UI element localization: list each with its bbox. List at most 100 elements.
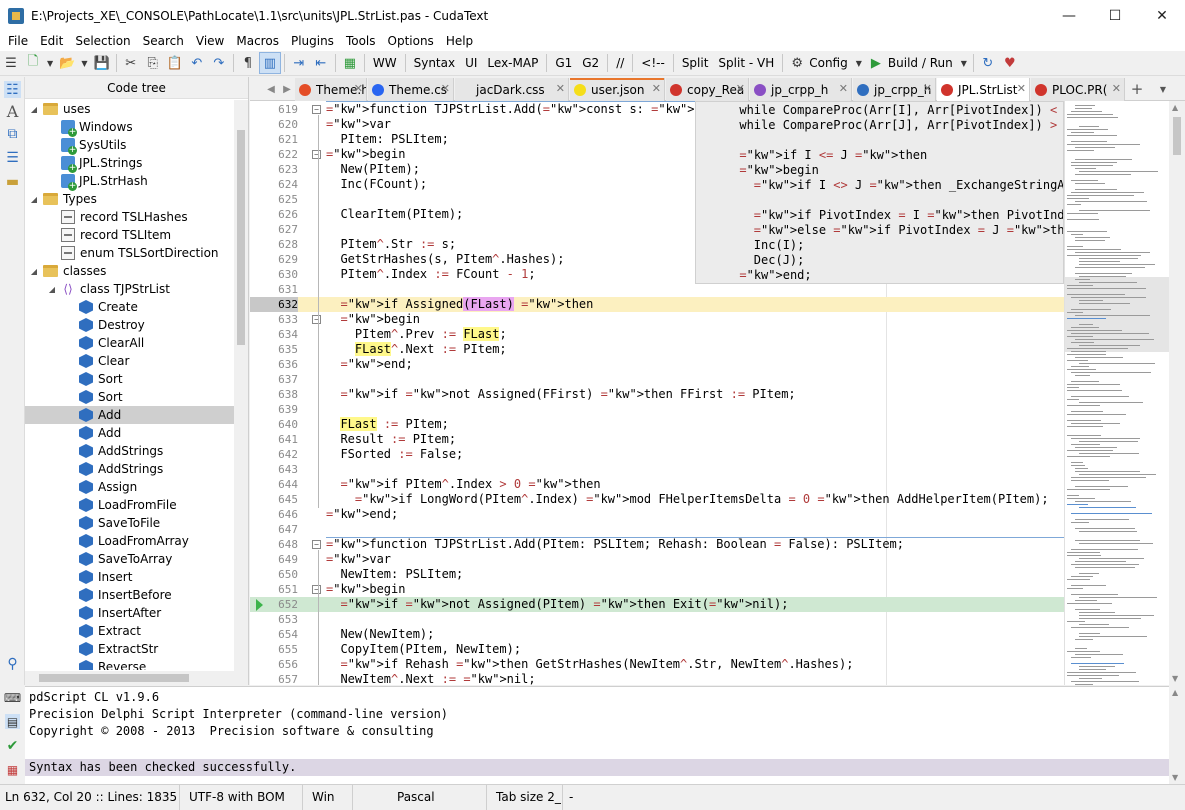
menu-plugins[interactable]: Plugins — [285, 34, 340, 48]
redo-icon[interactable]: ↷ — [208, 52, 230, 74]
close-tab-icon[interactable]: ✕ — [736, 82, 745, 95]
code-tree-item[interactable]: Windows — [25, 118, 235, 137]
block-comment-button[interactable]: <!-- — [636, 52, 670, 74]
code-tree-item[interactable]: AddStrings — [25, 460, 235, 478]
close-tab-icon[interactable]: ✕ — [556, 82, 565, 95]
code-line[interactable]: 643 — [250, 462, 1064, 477]
code-line[interactable]: 652 ="kw">if ="kw">not Assigned(PItem) =… — [250, 597, 1064, 612]
code-line[interactable]: 649 ="kw">var — [250, 552, 1064, 567]
code-line[interactable]: 637 — [250, 372, 1064, 387]
menu-file[interactable]: File — [2, 34, 34, 48]
scroll-down-icon[interactable]: ▼ — [1172, 674, 1178, 683]
cut-icon[interactable]: ✂ — [120, 52, 142, 74]
build-run-button[interactable]: Build / Run — [887, 52, 958, 74]
code-tree-item[interactable]: Clear — [25, 352, 235, 370]
status-lexer[interactable]: Pascal — [353, 784, 487, 810]
editor-tab[interactable]: Theme.cs ✕ — [368, 78, 454, 101]
fold-toggle-icon[interactable]: − — [312, 540, 321, 549]
status-encoding[interactable]: UTF-8 with BOM — [180, 784, 303, 810]
output-panel-icon[interactable]: ▤ — [5, 714, 20, 729]
build-dropdown-icon[interactable]: ▼ — [958, 52, 970, 74]
color-palette-icon[interactable]: ▦ — [339, 52, 361, 74]
project-panel-icon[interactable]: ⧉ — [4, 125, 21, 142]
code-line[interactable]: 651 − ="kw">begin — [250, 582, 1064, 597]
scrollbar-thumb[interactable] — [1173, 117, 1181, 155]
code-line[interactable]: 631 — [250, 282, 1064, 297]
code-line[interactable]: 640 FLast := PItem; — [250, 417, 1064, 432]
close-tab-icon[interactable]: ✕ — [354, 82, 363, 95]
code-tree-item[interactable]: ◢ uses — [25, 100, 235, 118]
menu-view[interactable]: View — [190, 34, 230, 48]
code-tree-item[interactable]: AddStrings — [25, 442, 235, 460]
code-line[interactable]: 633 − ="kw">begin — [250, 312, 1064, 327]
g2-button[interactable]: G2 — [577, 52, 604, 74]
new-file-dropdown-icon[interactable]: ▼ — [44, 52, 56, 74]
code-tree-item[interactable]: record TSLHashes — [25, 208, 235, 226]
code-line[interactable]: 641 Result := PItem; — [250, 432, 1064, 447]
tree-expander-icon[interactable]: ◢ — [29, 267, 39, 276]
menu-search[interactable]: Search — [137, 34, 190, 48]
minimize-button[interactable]: — — [1046, 0, 1092, 31]
menu-tools[interactable]: Tools — [340, 34, 382, 48]
code-tree-item[interactable]: SysUtils — [25, 136, 235, 155]
code-tree-item[interactable]: Create — [25, 298, 235, 316]
list-panel-icon[interactable]: ☰ — [4, 149, 21, 166]
code-tree-item[interactable]: SaveToFile — [25, 514, 235, 532]
fold-toggle-icon[interactable]: − — [312, 105, 321, 114]
console-panel-icon[interactable]: ⌨ — [4, 690, 21, 705]
code-tree-item[interactable]: LoadFromFile — [25, 496, 235, 514]
search-icon[interactable]: ⚲ — [4, 655, 21, 672]
code-line[interactable]: 638 ="kw">if ="kw">not Assigned(FFirst) … — [250, 387, 1064, 402]
tree-expander-icon[interactable]: ◢ — [29, 105, 39, 114]
minimap[interactable] — [1064, 101, 1169, 685]
menu-help[interactable]: Help — [440, 34, 479, 48]
line-comment-button[interactable]: // — [611, 52, 629, 74]
code-tree-panel-icon[interactable]: ☷ — [4, 81, 21, 98]
code-line[interactable]: 655 CopyItem(PItem, NewItem); — [250, 642, 1064, 657]
menu-edit[interactable]: Edit — [34, 34, 69, 48]
word-wrap-button[interactable]: WW — [368, 52, 402, 74]
editor-tab[interactable]: PLOC.PR(✕ — [1031, 78, 1125, 101]
copy-icon[interactable]: ⎘ — [142, 52, 164, 74]
code-line[interactable]: 644 ="kw">if PItem^.Index > 0 ="kw">then — [250, 477, 1064, 492]
refresh-icon[interactable]: ↻ — [977, 52, 999, 74]
scrollbar-thumb[interactable] — [237, 130, 245, 345]
paste-icon[interactable]: 📋 — [164, 52, 186, 74]
new-file-icon[interactable]: 🗋 — [22, 52, 44, 74]
code-line[interactable]: 657 NewItem^.Next := ="kw">nil; — [250, 672, 1064, 685]
unindent-icon[interactable]: ⇤ — [310, 52, 332, 74]
add-tab-button[interactable]: + — [1126, 78, 1148, 100]
undo-icon[interactable]: ↶ — [186, 52, 208, 74]
editor-tab[interactable]: jp_crpp_h ✕ — [750, 78, 852, 101]
code-tree-vertical-scrollbar[interactable] — [234, 100, 248, 685]
code-tree-item[interactable]: ClearAll — [25, 334, 235, 352]
code-line[interactable]: 632 ="kw">if Assigned(FLast) ="kw">then — [250, 297, 1064, 312]
code-line[interactable]: 648 − ="kw">function TJPStrList.Add(PItem:… — [250, 537, 1064, 552]
code-line[interactable]: 639 — [250, 402, 1064, 417]
close-button[interactable]: ✕ — [1139, 0, 1185, 31]
code-tree-item[interactable]: JPL.Strings — [25, 154, 235, 173]
menu-selection[interactable]: Selection — [69, 34, 136, 48]
editor-vertical-scrollbar[interactable]: ▲ ▼ — [1169, 101, 1185, 685]
tree-expander-icon[interactable]: ◢ — [29, 195, 39, 204]
code-tree-item[interactable]: InsertAfter — [25, 604, 235, 622]
scroll-up-icon[interactable]: ▲ — [1172, 103, 1178, 112]
code-tree-item[interactable]: ◢ Types — [25, 190, 235, 208]
status-line-ending[interactable]: Win — [303, 784, 353, 810]
ui-button[interactable]: UI — [460, 52, 482, 74]
close-tab-icon[interactable]: ✕ — [839, 82, 848, 95]
code-tree-item[interactable]: ◢ classes — [25, 262, 235, 280]
fold-toggle-icon[interactable]: − — [312, 585, 321, 594]
status-extra[interactable]: - — [563, 785, 583, 810]
code-tree-item[interactable]: record TSLItem — [25, 226, 235, 244]
code-tree-item[interactable]: Extract — [25, 622, 235, 640]
log-panel-icon[interactable]: ▦ — [5, 762, 20, 777]
code-line[interactable]: 634 PItem^.Prev := FLast; — [250, 327, 1064, 342]
code-tree-item[interactable]: Add — [25, 406, 235, 424]
code-line[interactable]: 646 ="kw">end; — [250, 507, 1064, 522]
close-tab-icon[interactable]: ✕ — [923, 82, 932, 95]
scroll-up-icon[interactable]: ▲ — [1172, 688, 1178, 697]
scroll-down-icon[interactable]: ▼ — [1172, 773, 1178, 782]
font-panel-icon[interactable]: A — [4, 102, 21, 121]
lexmap-button[interactable]: Lex-MAP — [482, 52, 543, 74]
